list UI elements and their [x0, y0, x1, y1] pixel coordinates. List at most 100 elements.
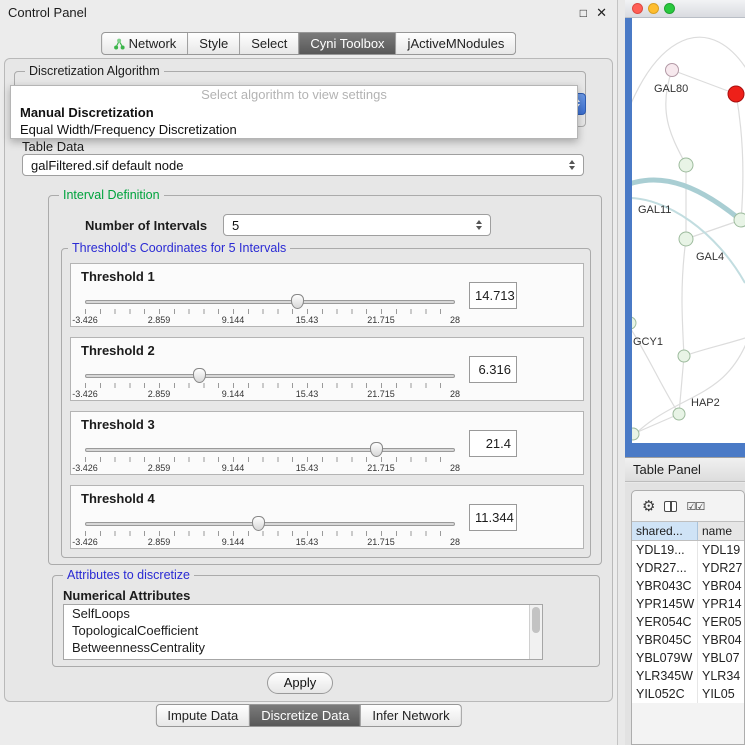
- table-rows: YDL19... YDL19 YDR27... YDR27 YBR043C YB…: [632, 541, 744, 703]
- table-row[interactable]: YDL19... YDL19: [632, 541, 744, 559]
- table-row[interactable]: YDR27... YDR27: [632, 559, 744, 577]
- threshold-3-slider[interactable]: -3.426 2.859 9.144 15.43 21.715 28: [85, 442, 455, 474]
- threshold-4-value-field[interactable]: 11.344: [469, 504, 517, 531]
- scrollbar-thumb[interactable]: [532, 607, 540, 633]
- slider-thumb[interactable]: [193, 368, 206, 383]
- number-of-intervals-combobox[interactable]: 5: [223, 214, 491, 236]
- node-gcy1[interactable]: [678, 350, 690, 362]
- table-row[interactable]: YER054C YER05: [632, 613, 744, 631]
- list-item-topologicalcoefficient[interactable]: TopologicalCoefficient: [64, 622, 542, 639]
- slider-ticks: [85, 383, 455, 388]
- cell-shared-name[interactable]: YLR345W: [632, 667, 698, 685]
- mac-close-button[interactable]: [632, 3, 643, 14]
- tab-cyni-toolbox-label: Cyni Toolbox: [310, 36, 384, 51]
- list-item-betweennesscentrality[interactable]: BetweennessCentrality: [64, 639, 542, 656]
- cell-name[interactable]: YPR14: [698, 595, 744, 613]
- mac-minimize-button[interactable]: [648, 3, 659, 14]
- tab-style[interactable]: Style: [188, 32, 240, 55]
- cell-name[interactable]: YIL05: [698, 685, 744, 703]
- gear-icon[interactable]: ⚙: [642, 499, 655, 514]
- column-header-name[interactable]: name: [698, 522, 744, 540]
- table-row[interactable]: YIL052C YIL05: [632, 685, 744, 703]
- table-row[interactable]: YBL079W YBL07: [632, 649, 744, 667]
- table-data-label: Table Data: [22, 139, 84, 154]
- tab-network[interactable]: Network: [101, 32, 189, 55]
- dropdown-item-manual-discretization[interactable]: Manual Discretization: [11, 104, 577, 121]
- threshold-2-slider[interactable]: -3.426 2.859 9.144 15.43 21.715 28: [85, 368, 455, 400]
- select-columns-icon[interactable]: ☑☑: [686, 500, 704, 513]
- threshold-1-value-field[interactable]: 14.713: [469, 282, 517, 309]
- tick-label: 28: [450, 315, 460, 325]
- close-icon[interactable]: ✕: [596, 0, 607, 26]
- apply-button[interactable]: Apply: [267, 672, 333, 694]
- cell-name[interactable]: YBR04: [698, 577, 744, 595]
- mac-zoom-button[interactable]: [664, 3, 675, 14]
- list-item-selfloops[interactable]: SelfLoops: [64, 605, 542, 622]
- node-gal4[interactable]: [679, 232, 693, 246]
- cell-name[interactable]: YBR04: [698, 631, 744, 649]
- cell-shared-name[interactable]: YDL19...: [632, 541, 698, 559]
- node-selected-red[interactable]: [728, 86, 744, 102]
- slider-ticks: [85, 457, 455, 462]
- slider-track[interactable]: [85, 300, 455, 304]
- tick-label: 2.859: [148, 537, 171, 547]
- thresholds-group: Threshold's Coordinates for 5 Intervals …: [61, 248, 591, 558]
- cell-shared-name[interactable]: YPR145W: [632, 595, 698, 613]
- dropdown-item-equal-width[interactable]: Equal Width/Frequency Discretization: [11, 121, 577, 138]
- tab-infer-network[interactable]: Infer Network: [361, 704, 461, 727]
- cell-shared-name[interactable]: YER054C: [632, 613, 698, 631]
- node-bottom-left[interactable]: [632, 428, 639, 440]
- cell-name[interactable]: YBL07: [698, 649, 744, 667]
- table-row[interactable]: YLR345W YLR34: [632, 667, 744, 685]
- threshold-2-value-field[interactable]: 6.316: [469, 356, 517, 383]
- table-data-combobox[interactable]: galFiltered.sif default node: [22, 154, 584, 176]
- node-gal11[interactable]: [679, 158, 693, 172]
- tab-select[interactable]: Select: [240, 32, 299, 55]
- tick-label: 21.715: [367, 537, 395, 547]
- tab-impute-data[interactable]: Impute Data: [155, 704, 250, 727]
- control-panel-tabbar: Network Style Select Cyni Toolbox jActiv…: [101, 32, 517, 55]
- tab-jactivemnodules[interactable]: jActiveMNodules: [397, 32, 517, 55]
- slider-track[interactable]: [85, 448, 455, 452]
- interval-definition-group: Interval Definition Number of Intervals …: [48, 195, 602, 565]
- cell-name[interactable]: YER05: [698, 613, 744, 631]
- float-window-icon[interactable]: □: [580, 0, 587, 26]
- attributes-scrollbar[interactable]: [529, 605, 542, 659]
- threshold-1-slider[interactable]: -3.426 2.859 9.144 15.43 21.715 28: [85, 294, 455, 326]
- node-gal80[interactable]: [666, 64, 679, 77]
- network-icon: [113, 38, 125, 50]
- slider-track[interactable]: [85, 374, 455, 378]
- threshold-4-slider[interactable]: -3.426 2.859 9.144 15.43 21.715 28: [85, 516, 455, 548]
- combo-arrows-icon: [569, 160, 575, 170]
- cyni-bottom-tabbar: Impute Data Discretize Data Infer Networ…: [155, 704, 461, 727]
- columns-icon[interactable]: [664, 501, 677, 512]
- cell-name[interactable]: YDR27: [698, 559, 744, 577]
- node-label-hap2: HAP2: [691, 397, 720, 409]
- node-left-edge[interactable]: [632, 317, 636, 329]
- table-row[interactable]: YPR145W YPR14: [632, 595, 744, 613]
- cell-shared-name[interactable]: YBL079W: [632, 649, 698, 667]
- cell-name[interactable]: YDL19: [698, 541, 744, 559]
- tab-cyni-toolbox[interactable]: Cyni Toolbox: [299, 32, 396, 55]
- slider-thumb[interactable]: [252, 516, 265, 531]
- tab-select-label: Select: [251, 36, 287, 51]
- thresholds-legend: Threshold's Coordinates for 5 Intervals: [68, 241, 290, 255]
- slider-thumb[interactable]: [370, 442, 383, 457]
- cell-name[interactable]: YLR34: [698, 667, 744, 685]
- tab-discretize-data[interactable]: Discretize Data: [250, 704, 361, 727]
- tick-label: 28: [450, 389, 460, 399]
- table-row[interactable]: YBR045C YBR04: [632, 631, 744, 649]
- network-canvas[interactable]: GAL80 GAL11 GAL4 GCY1 HAP2: [632, 18, 745, 443]
- table-row[interactable]: YBR043C YBR04: [632, 577, 744, 595]
- threshold-4-label: Threshold 4: [81, 491, 155, 506]
- cell-shared-name[interactable]: YIL052C: [632, 685, 698, 703]
- cell-shared-name[interactable]: YBR043C: [632, 577, 698, 595]
- slider-thumb[interactable]: [291, 294, 304, 309]
- node-right-edge[interactable]: [734, 213, 745, 227]
- slider-track[interactable]: [85, 522, 455, 526]
- node-hap2[interactable]: [673, 408, 685, 420]
- cell-shared-name[interactable]: YDR27...: [632, 559, 698, 577]
- column-header-shared-name[interactable]: shared...: [632, 522, 698, 540]
- threshold-3-value-field[interactable]: 21.4: [469, 430, 517, 457]
- cell-shared-name[interactable]: YBR045C: [632, 631, 698, 649]
